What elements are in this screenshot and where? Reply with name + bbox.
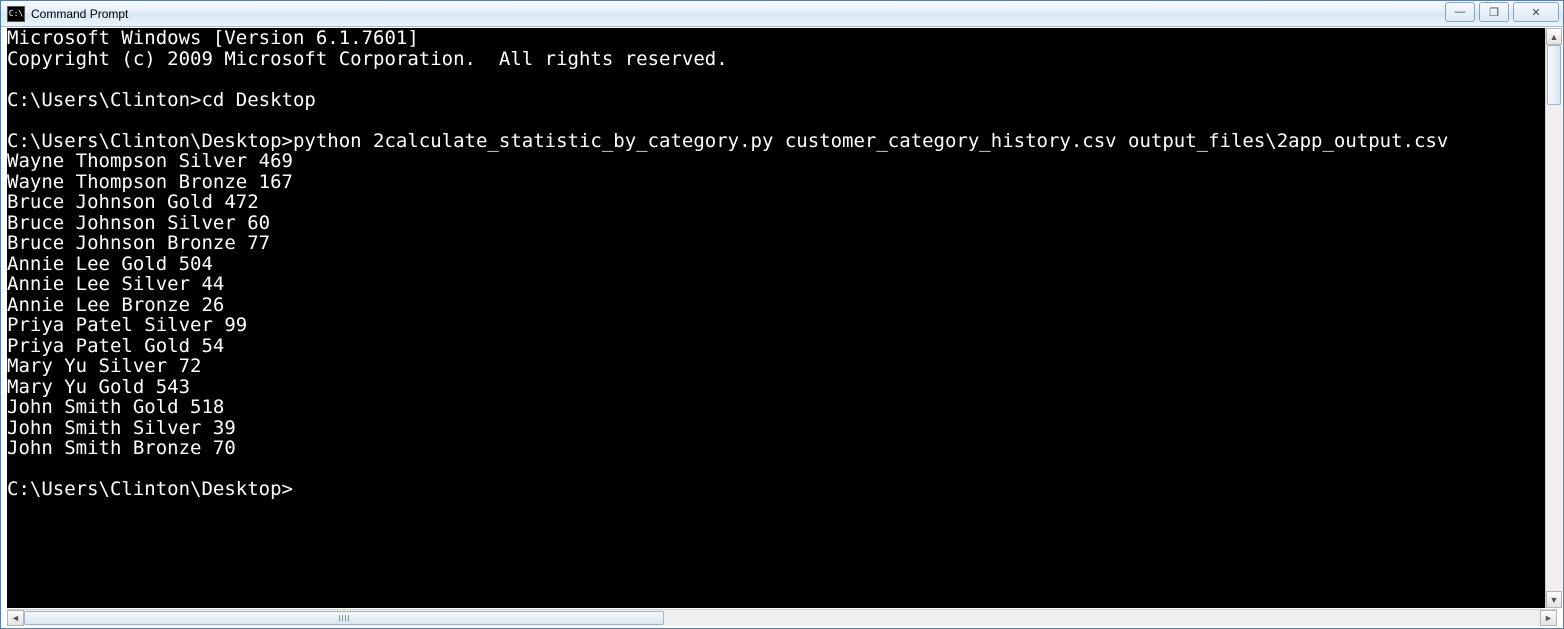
chevron-right-icon: ► — [1544, 613, 1553, 623]
close-icon: ✕ — [1531, 6, 1540, 19]
horizontal-scrollbar[interactable]: ◄ ► — [7, 609, 1557, 626]
terminal-line: Wayne Thompson Silver 469 — [7, 151, 1557, 172]
vertical-scrollbar[interactable]: ▲ ▼ — [1545, 28, 1562, 608]
terminal-line: C:\Users\Clinton>cd Desktop — [7, 90, 1557, 111]
terminal-viewport[interactable]: Microsoft Windows [Version 6.1.7601]Copy… — [7, 28, 1557, 608]
terminal-line: Mary Yu Silver 72 — [7, 356, 1557, 377]
terminal-line — [7, 110, 1557, 131]
terminal-line: Priya Patel Gold 54 — [7, 336, 1557, 357]
scroll-right-button[interactable]: ► — [1540, 610, 1557, 626]
terminal-line: John Smith Bronze 70 — [7, 438, 1557, 459]
terminal-line: Bruce Johnson Silver 60 — [7, 213, 1557, 234]
terminal-line: Wayne Thompson Bronze 167 — [7, 172, 1557, 193]
terminal-line: John Smith Gold 518 — [7, 397, 1557, 418]
terminal-line: Priya Patel Silver 99 — [7, 315, 1557, 336]
maximize-button[interactable]: ❐ — [1479, 2, 1509, 22]
chevron-down-icon: ▼ — [1550, 595, 1559, 605]
vertical-scroll-thumb[interactable] — [1547, 45, 1561, 105]
terminal-line: Bruce Johnson Gold 472 — [7, 192, 1557, 213]
minimize-icon: — — [1455, 6, 1466, 18]
terminal-line: Mary Yu Gold 543 — [7, 377, 1557, 398]
terminal-line: Copyright (c) 2009 Microsoft Corporation… — [7, 49, 1557, 70]
scroll-up-button[interactable]: ▲ — [1546, 28, 1562, 45]
command-prompt-window: C:\ Command Prompt — ❐ ✕ Microsoft Windo… — [0, 0, 1564, 629]
scroll-left-button[interactable]: ◄ — [7, 610, 24, 626]
vertical-scroll-track[interactable] — [1546, 45, 1562, 591]
terminal-line: Annie Lee Gold 504 — [7, 254, 1557, 275]
cmd-icon-label: C:\ — [9, 10, 23, 18]
terminal-line — [7, 69, 1557, 90]
terminal-line: John Smith Silver 39 — [7, 418, 1557, 439]
cmd-icon: C:\ — [7, 6, 25, 22]
window-title: Command Prompt — [31, 7, 128, 21]
terminal-output: Microsoft Windows [Version 6.1.7601]Copy… — [7, 28, 1557, 500]
close-button[interactable]: ✕ — [1513, 2, 1559, 22]
terminal-line: Annie Lee Silver 44 — [7, 274, 1557, 295]
terminal-line: Bruce Johnson Bronze 77 — [7, 233, 1557, 254]
window-controls: — ❐ ✕ — [1445, 2, 1559, 22]
chevron-up-icon: ▲ — [1550, 32, 1559, 42]
maximize-icon: ❐ — [1489, 6, 1499, 19]
titlebar[interactable]: C:\ Command Prompt — ❐ ✕ — [1, 1, 1563, 27]
terminal-line: Microsoft Windows [Version 6.1.7601] — [7, 28, 1557, 49]
minimize-button[interactable]: — — [1445, 2, 1475, 22]
terminal-line: C:\Users\Clinton\Desktop>python 2calcula… — [7, 131, 1557, 152]
terminal-line — [7, 459, 1557, 480]
horizontal-scroll-thumb[interactable] — [24, 611, 664, 625]
terminal-line: C:\Users\Clinton\Desktop> — [7, 479, 1557, 500]
horizontal-scroll-track[interactable] — [24, 610, 1540, 626]
chevron-left-icon: ◄ — [11, 613, 20, 623]
terminal-line: Annie Lee Bronze 26 — [7, 295, 1557, 316]
scroll-down-button[interactable]: ▼ — [1546, 591, 1562, 608]
